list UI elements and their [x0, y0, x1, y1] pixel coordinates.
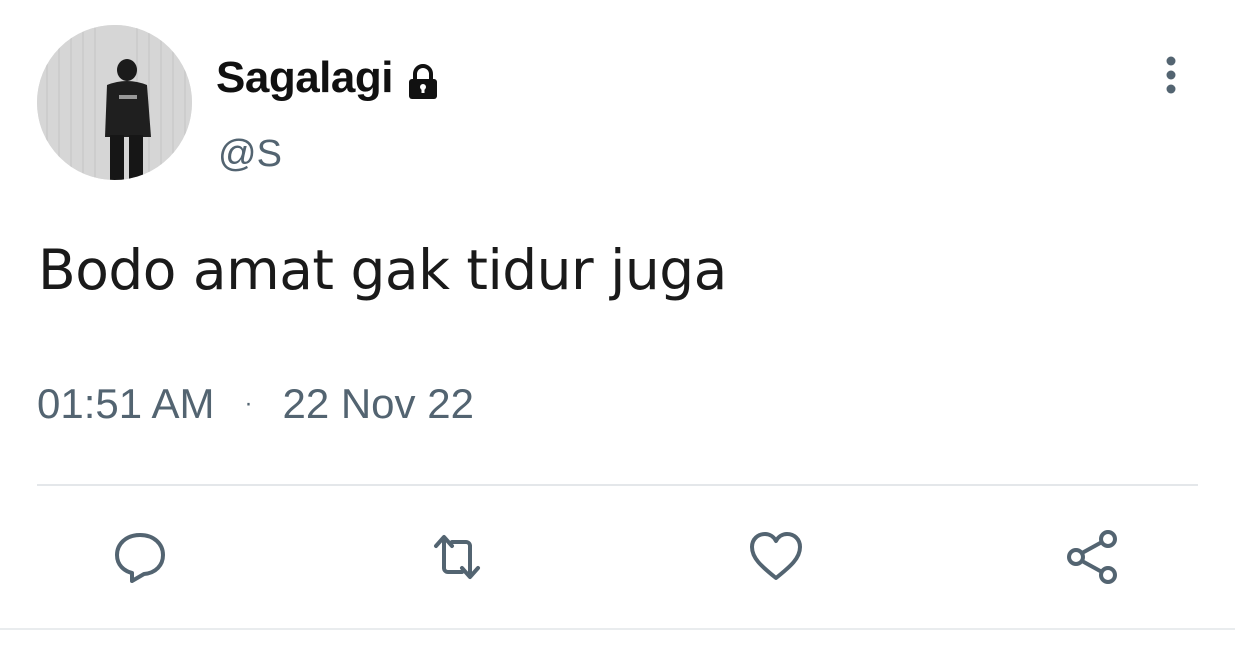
lock-icon [403, 58, 443, 99]
user-handle[interactable]: @S [218, 130, 282, 178]
divider [37, 484, 1198, 486]
share-icon [1067, 530, 1117, 584]
tweet-date: 22 Nov 22 [282, 380, 474, 427]
more-options-icon[interactable] [1152, 53, 1190, 97]
display-name-row[interactable]: Sagalagi [216, 48, 443, 108]
retweet-button[interactable] [427, 527, 487, 587]
reply-icon [115, 533, 165, 583]
retweet-icon [434, 535, 480, 579]
reply-button[interactable] [110, 527, 170, 587]
display-name[interactable]: Sagalagi [216, 48, 393, 108]
tweet-metadata: 01:51 AM · 22 Nov 22 [37, 378, 474, 430]
tweet-time: 01:51 AM [37, 380, 215, 427]
tweet-text: Bodo amat gak tidur juga [38, 238, 727, 302]
like-button[interactable] [746, 527, 806, 587]
tweet-card: Sagalagi @S Bodo amat gak tidur juga 01:… [0, 0, 1235, 648]
heart-icon [750, 532, 802, 580]
bottom-divider [0, 628, 1235, 630]
avatar-photo [37, 25, 192, 180]
avatar[interactable] [37, 25, 192, 180]
share-button[interactable] [1063, 527, 1123, 587]
meta-separator: · [244, 390, 253, 417]
